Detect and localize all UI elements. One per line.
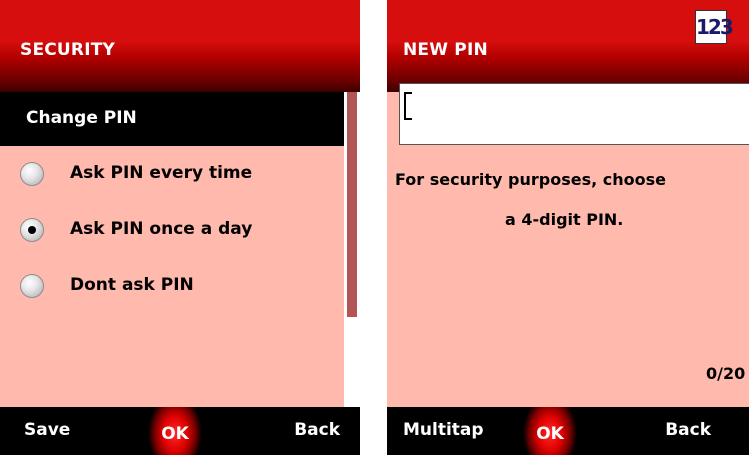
instruction-text-line2: a 4-digit PIN. (505, 210, 624, 229)
radio-button-selected-icon[interactable] (20, 218, 44, 242)
ok-softkey[interactable]: OK (518, 407, 582, 455)
screen-title: SECURITY (20, 40, 116, 60)
softkey-bar: Save OK Back (0, 407, 360, 455)
numeric-input-mode-icon: 123 (695, 10, 734, 44)
ok-label: OK (536, 424, 564, 444)
title-bar: NEW PIN 123 (387, 0, 749, 92)
scrollbar[interactable] (344, 92, 360, 407)
option-label: Ask PIN every time (70, 163, 253, 183)
back-softkey[interactable]: Back (665, 420, 711, 440)
title-bar: SECURITY (0, 0, 360, 92)
save-softkey[interactable]: Save (24, 420, 70, 440)
character-counter: 0/20 (706, 364, 746, 383)
screen-title: NEW PIN (403, 40, 488, 60)
new-pin-screen: NEW PIN 123 For security purposes, choos… (387, 0, 749, 455)
radio-button-icon[interactable] (20, 274, 44, 298)
change-pin-label: Change PIN (26, 108, 137, 128)
radio-button-icon[interactable] (20, 162, 44, 186)
instruction-text-line1: For security purposes, choose (395, 170, 666, 189)
softkey-bar: Multitap OK Back (387, 407, 749, 455)
text-cursor (404, 92, 412, 120)
option-label: Ask PIN once a day (70, 219, 253, 239)
option-ask-every-time[interactable]: Ask PIN every time (0, 157, 344, 197)
option-ask-once-a-day[interactable]: Ask PIN once a day (0, 213, 344, 253)
security-screen: SECURITY Change PIN Ask PIN every time A… (0, 0, 360, 455)
option-label: Dont ask PIN (70, 275, 194, 295)
option-dont-ask[interactable]: Dont ask PIN (0, 269, 344, 309)
ok-label: OK (161, 424, 189, 444)
scrollbar-thumb[interactable] (347, 92, 357, 317)
back-softkey[interactable]: Back (294, 420, 340, 440)
radio-selected-dot (28, 226, 36, 234)
ok-softkey[interactable]: OK (143, 407, 207, 455)
multitap-softkey[interactable]: Multitap (403, 420, 484, 440)
pin-input-field[interactable] (399, 83, 749, 145)
change-pin-header[interactable]: Change PIN (0, 92, 344, 146)
